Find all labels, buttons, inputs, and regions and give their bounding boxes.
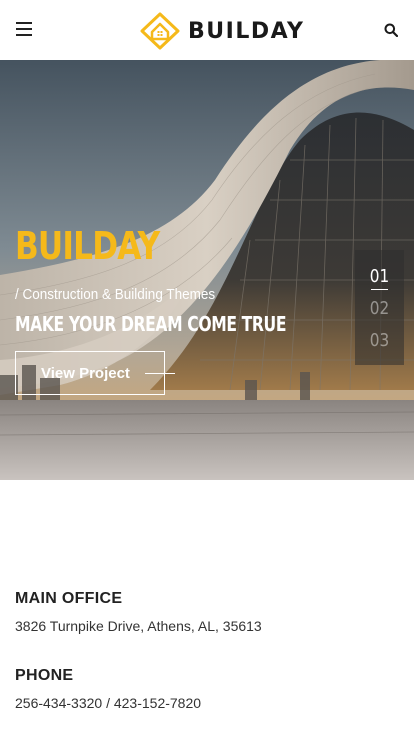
phone-label: PHONE (15, 667, 74, 684)
slide-pagination: 01 02 03 (355, 250, 404, 365)
view-project-button[interactable]: View Project (15, 351, 165, 395)
site-header: BUILDAY (0, 0, 414, 60)
active-slide-indicator (371, 289, 388, 290)
brand-logo[interactable]: BUILDAY (140, 12, 304, 50)
hamburger-menu-icon[interactable] (16, 22, 32, 36)
slide-number-3[interactable]: 03 (359, 330, 401, 351)
hero-title: BUILDAY (15, 224, 160, 268)
search-icon[interactable] (384, 23, 398, 37)
hero-slider: BUILDAY / Construction & Building Themes… (0, 60, 414, 480)
view-project-button-label: View Project (41, 364, 130, 382)
main-office-label: MAIN OFFICE (15, 590, 123, 607)
slide-number-2[interactable]: 02 (359, 298, 401, 319)
main-office-address: 3826 Turnpike Drive, Athens, AL, 35613 (15, 618, 262, 634)
house-diamond-logo-icon (140, 12, 180, 50)
slide-number-1[interactable]: 01 (359, 266, 401, 287)
brand-name: BUILDAY (188, 18, 305, 44)
hero-subtitle: / Construction & Building Themes (15, 286, 216, 303)
button-arrow-line (145, 373, 175, 374)
hero-tagline: MAKE YOUR DREAM COME TRUE (15, 312, 287, 336)
hero-background-building-image (0, 60, 414, 480)
phone-numbers[interactable]: 256-434-3320 / 423-152-7820 (15, 695, 201, 711)
